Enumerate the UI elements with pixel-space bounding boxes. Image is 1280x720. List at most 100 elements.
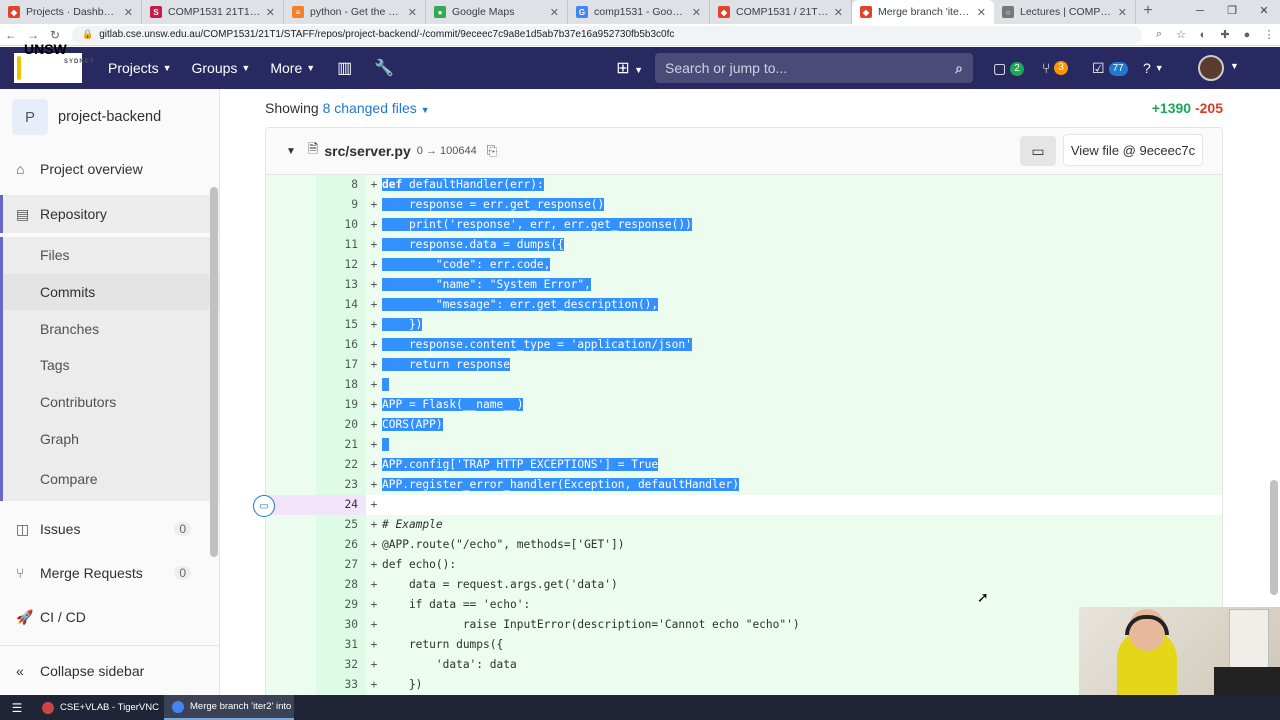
book-icon: ▤ [16, 205, 30, 222]
close-icon[interactable]: ✕ [692, 6, 701, 19]
browser-tab[interactable]: ◆Projects · Dashboard · GitLab✕ [0, 0, 142, 24]
file-icon: 🗎 [307, 141, 319, 156]
diff-line-highlighted: 24 + [266, 495, 1222, 515]
puzzle-icon[interactable]: ✚ [1214, 28, 1236, 41]
help-menu[interactable]: ? ▼ [1143, 60, 1164, 76]
file-name[interactable]: src/server.py [324, 143, 410, 159]
collapse-file-icon[interactable]: ▼ [286, 146, 296, 157]
todo-icon: ☑ [1092, 60, 1105, 76]
browser-tab[interactable]: Gcomp1531 - Google Search✕ [568, 0, 710, 24]
projects-menu[interactable]: Projects ▼ [108, 60, 172, 76]
unsw-logo[interactable]: UNSW SYDNEY [14, 42, 94, 83]
merge-requests-nav[interactable]: ⑂ 3 [1042, 60, 1068, 76]
gitlab-icon: ◆ [718, 6, 730, 18]
diff-line: 22 + APP.config['TRAP_HTTP_EXCEPTIONS'] = … [266, 455, 1222, 475]
close-icon[interactable]: ✕ [266, 6, 275, 19]
add-comment-icon[interactable]: ▭ [253, 495, 275, 517]
zoom-icon[interactable]: ⌕ [1148, 28, 1170, 41]
sidebar-sub-contributors[interactable]: Contributors [0, 383, 219, 421]
sidebar-item-overview[interactable]: ⌂ Project overview [0, 151, 219, 187]
project-sidebar: P project-backend ⌂ Project overview ▤ Rep… [0, 89, 220, 695]
close-icon[interactable]: ✕ [408, 6, 417, 19]
sidebar-sub-commits[interactable]: Commits [0, 273, 219, 311]
sidebar-item-merge-requests[interactable]: ⑂ Merge Requests 0 [0, 549, 219, 597]
chevron-down-icon[interactable]: ▼ [1230, 61, 1239, 71]
close-icon[interactable]: ✕ [550, 6, 559, 19]
search-input[interactable]: Search or jump to... ⌕ [655, 53, 973, 83]
sidebar-sub-branches[interactable]: Branches [0, 310, 219, 348]
sidebar-sub-graph[interactable]: Graph [0, 420, 219, 458]
diff-line: 10 + print('response', err, err.get_respo… [266, 215, 1222, 235]
copy-icon[interactable]: ⎘ [487, 143, 497, 159]
taskbar-item-tigervnc[interactable]: CSE+VLAB - TigerVNC [34, 695, 164, 720]
diff-line: 27 + def echo(): [266, 555, 1222, 575]
search-icon: ⌕ [955, 59, 963, 76]
avatar[interactable] [1198, 55, 1224, 81]
sidebar-item-issues[interactable]: ◫ Issues 0 [0, 509, 219, 549]
close-icon[interactable]: ✕ [834, 6, 843, 19]
collapse-sidebar-button[interactable]: «Collapse sidebar [0, 645, 220, 695]
restore-icon[interactable]: ❐ [1216, 0, 1248, 24]
forward-icon[interactable]: → [22, 28, 44, 42]
diff-line: 23 + APP.register_error_handler(Exception,… [266, 475, 1222, 495]
changed-files-dropdown[interactable]: 8 changed files ▼ [323, 100, 430, 116]
chart-icon[interactable]: ▥ [337, 58, 352, 78]
todos-nav[interactable]: ☑ 77 [1092, 60, 1128, 77]
url-text: gitlab.cse.unsw.edu.au/COMP1531/21T1/STA… [99, 29, 675, 40]
close-icon[interactable]: ✕ [124, 6, 133, 19]
browser-tab-active[interactable]: ◆Merge branch 'iter2' into 'm✕ [852, 0, 994, 24]
diff-line: 9 + response = err.get_response() [266, 195, 1222, 215]
reload-icon[interactable]: ↻ [44, 28, 66, 42]
new-tab-button[interactable]: + [1136, 0, 1160, 24]
browser-tab[interactable]: ◆COMP1531 / 21T1 / Staff /✕ [710, 0, 852, 24]
url-field[interactable]: 🔒 gitlab.cse.unsw.edu.au/COMP1531/21T1/ST… [72, 25, 1142, 44]
diff-line: 28 + data = request.args.get('data') [266, 575, 1222, 595]
diff-line: 26 + @APP.route("/echo", methods=['GET']) [266, 535, 1222, 555]
browser-tab[interactable]: ○Lectures | COMP1531 21T1✕ [994, 0, 1136, 24]
mouse-cursor-icon: ➚ [977, 589, 989, 605]
groups-menu[interactable]: Groups ▼ [192, 60, 251, 76]
sidebar-item-cicd[interactable]: 🚀 CI / CD [0, 597, 219, 637]
diff-line: 8 + def defaultHandler(err): [266, 175, 1222, 195]
gitlab-icon: ◆ [860, 6, 872, 18]
wrench-icon[interactable]: 🔧 [374, 58, 394, 78]
sidebar-scrollbar[interactable] [210, 187, 218, 557]
chevron-down-icon: ▼ [162, 63, 172, 73]
globe-icon: ○ [1002, 6, 1014, 18]
issues-icon: ◫ [16, 520, 30, 537]
star-icon[interactable]: ☆ [1170, 28, 1192, 41]
close-icon[interactable]: ✕ [1118, 6, 1127, 19]
close-icon[interactable]: ✕ [977, 6, 986, 19]
view-file-button[interactable]: View file @ 9eceec7c [1063, 134, 1203, 166]
profile-icon[interactable]: ● [1236, 29, 1258, 41]
taskbar-item-browser[interactable]: Merge branch 'iter2' into '... [164, 695, 294, 720]
toggle-comments-button[interactable]: ▭ [1020, 136, 1056, 166]
address-bar-row: ← → ↻ 🔒 gitlab.cse.unsw.edu.au/COMP1531/2… [0, 24, 1280, 46]
sidebar-sub-compare[interactable]: Compare [0, 457, 219, 502]
minimize-icon[interactable]: ─ [1184, 0, 1216, 24]
more-menu[interactable]: More ▼ [270, 60, 315, 76]
project-avatar: P [12, 99, 48, 135]
menu-icon[interactable]: ⋮ [1258, 28, 1280, 41]
diff-line: 18 + [266, 375, 1222, 395]
close-window-icon[interactable]: ✕ [1248, 0, 1280, 24]
plus-square-icon[interactable]: ⊞ ▼ [616, 58, 643, 78]
issues-nav[interactable]: ▢ 2 [993, 60, 1024, 77]
project-header[interactable]: P project-backend [0, 89, 219, 145]
sidebar-item-repository[interactable]: ▤ Repository [0, 195, 219, 233]
browser-tab[interactable]: ≡python - Get the data received✕ [284, 0, 426, 24]
main-scrollbar[interactable] [1270, 480, 1278, 595]
diff-line: 21 + [266, 435, 1222, 455]
sidebar-sub-tags[interactable]: Tags [0, 347, 219, 384]
webcam-overlay [1079, 607, 1280, 695]
double-chevron-left-icon: « [16, 662, 24, 679]
diff-line: 13 + "name": "System Error", [266, 275, 1222, 295]
back-icon[interactable]: ← [0, 28, 22, 42]
so-icon: ≡ [292, 6, 304, 18]
sidebar-sub-files[interactable]: Files [0, 237, 219, 274]
browser-tab[interactable]: SCOMP1531 21T1 - 4.3 - Web✕ [142, 0, 284, 24]
browser-tab[interactable]: ● Google Maps ✕ [426, 0, 568, 24]
extension-icon[interactable]: ◐ [1192, 29, 1214, 41]
start-icon[interactable]: ☰ [0, 701, 34, 715]
caret-down-icon: ▼ [420, 105, 430, 115]
